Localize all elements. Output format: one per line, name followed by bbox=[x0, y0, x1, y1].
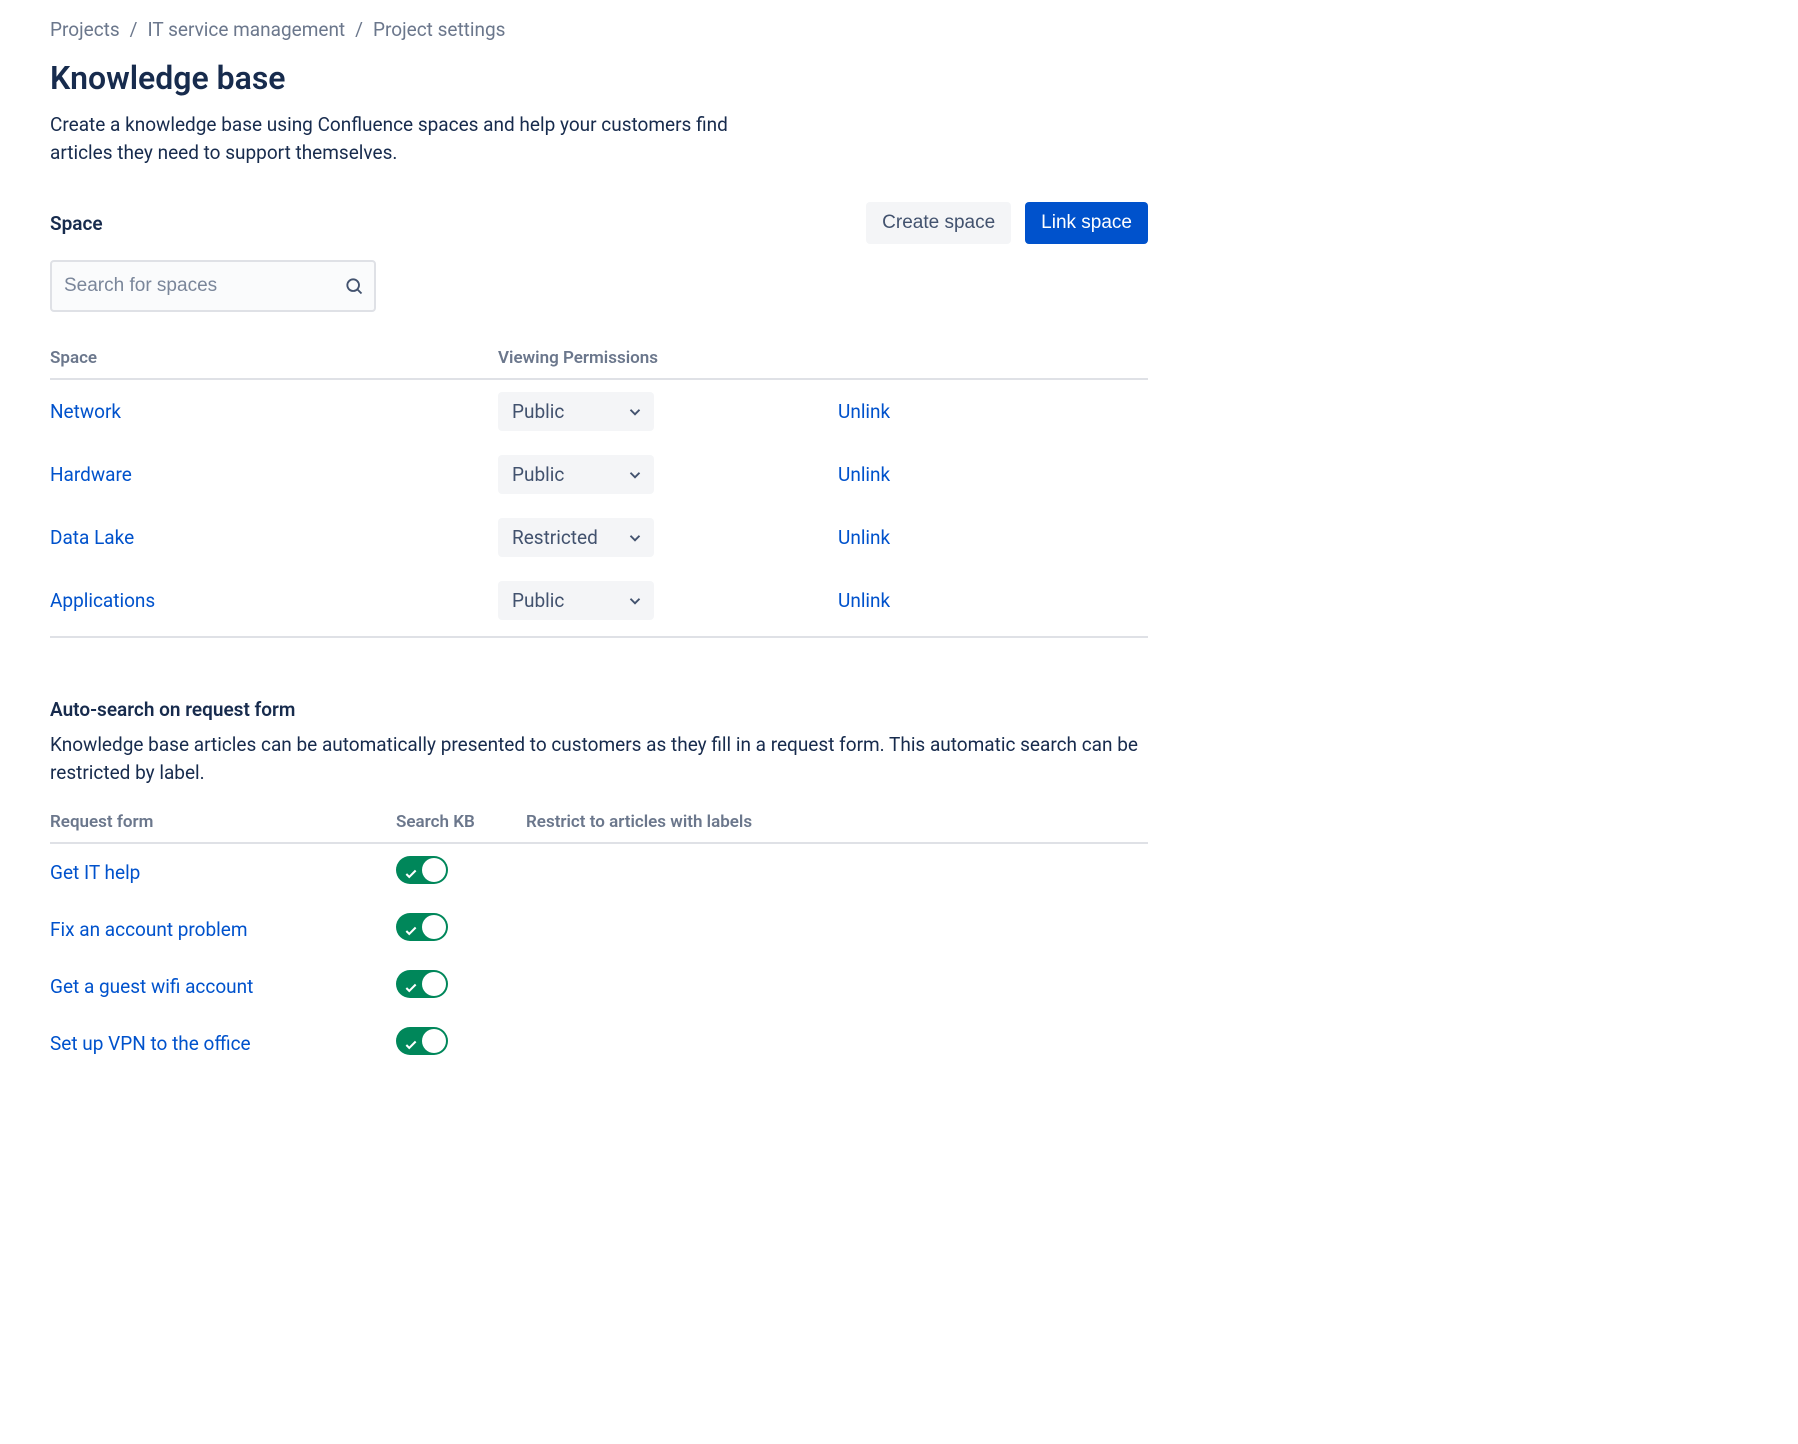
permission-value: Public bbox=[512, 589, 564, 612]
header-search-kb: Search KB bbox=[396, 812, 526, 843]
permission-value: Public bbox=[512, 400, 564, 423]
permission-value: Public bbox=[512, 463, 564, 486]
permission-select[interactable]: Public bbox=[498, 581, 654, 620]
table-row: Get IT help bbox=[50, 843, 1148, 901]
unlink-action[interactable]: Unlink bbox=[838, 589, 890, 612]
search-kb-toggle[interactable] bbox=[396, 970, 448, 998]
table-row: Hardware Public Unlink bbox=[50, 443, 1148, 506]
permission-select[interactable]: Public bbox=[498, 455, 654, 494]
table-row: Data Lake Restricted Unlink bbox=[50, 506, 1148, 569]
request-form-link[interactable]: Set up VPN to the office bbox=[50, 1032, 251, 1055]
breadcrumb-project-settings[interactable]: Project settings bbox=[373, 18, 505, 41]
toggle-knob bbox=[422, 858, 446, 882]
search-kb-toggle[interactable] bbox=[396, 1027, 448, 1055]
toggle-knob bbox=[422, 972, 446, 996]
space-link-network[interactable]: Network bbox=[50, 400, 121, 423]
search-spaces-input[interactable] bbox=[50, 260, 376, 312]
space-link-data-lake[interactable]: Data Lake bbox=[50, 526, 134, 549]
request-forms-table: Request form Search KB Restrict to artic… bbox=[50, 812, 1148, 1076]
link-space-button[interactable]: Link space bbox=[1025, 202, 1148, 244]
chevron-down-icon bbox=[626, 592, 644, 610]
breadcrumb-projects[interactable]: Projects bbox=[50, 18, 120, 41]
check-icon bbox=[404, 920, 418, 934]
check-icon bbox=[404, 863, 418, 877]
space-section-label: Space bbox=[50, 212, 103, 235]
chevron-down-icon bbox=[626, 466, 644, 484]
request-form-link[interactable]: Get a guest wifi account bbox=[50, 975, 253, 998]
breadcrumb-it-service-management[interactable]: IT service management bbox=[148, 18, 346, 41]
table-row: Set up VPN to the office bbox=[50, 1015, 1148, 1076]
table-row: Get a guest wifi account bbox=[50, 958, 1148, 1015]
request-form-link[interactable]: Get IT help bbox=[50, 861, 140, 884]
spaces-header-permissions: Viewing Permissions bbox=[498, 348, 838, 379]
breadcrumb-separator: / bbox=[130, 18, 138, 41]
request-form-link[interactable]: Fix an account problem bbox=[50, 918, 248, 941]
unlink-action[interactable]: Unlink bbox=[838, 400, 890, 423]
auto-search-description: Knowledge base articles can be automatic… bbox=[50, 731, 1148, 786]
permission-select[interactable]: Public bbox=[498, 392, 654, 431]
unlink-action[interactable]: Unlink bbox=[838, 526, 890, 549]
check-icon bbox=[404, 977, 418, 991]
toggle-knob bbox=[422, 915, 446, 939]
search-kb-toggle[interactable] bbox=[396, 856, 448, 884]
chevron-down-icon bbox=[626, 529, 644, 547]
spaces-header-space: Space bbox=[50, 348, 498, 379]
search-kb-toggle[interactable] bbox=[396, 913, 448, 941]
breadcrumb-separator: / bbox=[355, 18, 363, 41]
header-restrict-labels: Restrict to articles with labels bbox=[526, 812, 1148, 843]
table-row: Network Public Unlink bbox=[50, 379, 1148, 443]
create-space-button[interactable]: Create space bbox=[866, 202, 1011, 244]
table-row: Fix an account problem bbox=[50, 901, 1148, 958]
page-description: Create a knowledge base using Confluence… bbox=[50, 111, 770, 166]
space-link-applications[interactable]: Applications bbox=[50, 589, 155, 612]
permission-select[interactable]: Restricted bbox=[498, 518, 654, 557]
header-request-form: Request form bbox=[50, 812, 396, 843]
chevron-down-icon bbox=[626, 403, 644, 421]
spaces-table: Space Viewing Permissions Network Public… bbox=[50, 348, 1148, 638]
space-link-hardware[interactable]: Hardware bbox=[50, 463, 132, 486]
unlink-action[interactable]: Unlink bbox=[838, 463, 890, 486]
table-row: Applications Public Unlink bbox=[50, 569, 1148, 637]
auto-search-heading: Auto-search on request form bbox=[50, 698, 1148, 721]
page-title: Knowledge base bbox=[50, 59, 1148, 97]
breadcrumb: Projects / IT service management / Proje… bbox=[50, 18, 1148, 41]
check-icon bbox=[404, 1034, 418, 1048]
toggle-knob bbox=[422, 1029, 446, 1053]
permission-value: Restricted bbox=[512, 526, 598, 549]
